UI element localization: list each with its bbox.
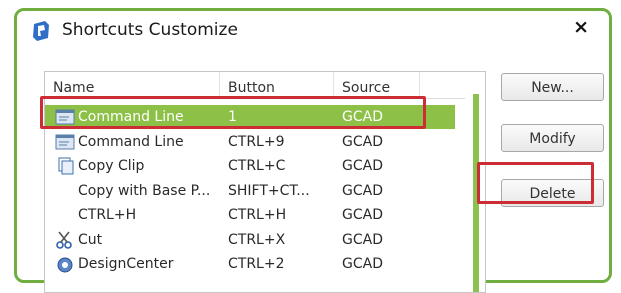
shortcuts-customize-dialog: Shortcuts Customize × Name Button Source… (14, 8, 612, 293)
list-header: Name Button Source (45, 72, 465, 99)
shortcut-source: GCAD (342, 207, 383, 223)
shortcut-button: SHIFT+CT... (228, 182, 310, 199)
shortcuts-list[interactable]: Name Button Source Command Line 1 GCAD Comm… (44, 71, 486, 293)
shortcut-name: CTRL+H (78, 207, 137, 223)
command-line-icon (55, 134, 75, 149)
command-line-icon (55, 109, 75, 125)
column-header-empty (420, 72, 465, 98)
design-center-icon (57, 257, 73, 273)
shortcut-name: Copy with Base P... (78, 182, 211, 199)
list-row[interactable]: Command Line 1 GCAD (45, 105, 455, 129)
shortcut-source: GCAD (342, 158, 383, 174)
shortcut-button: CTRL+C (228, 158, 286, 174)
app-logo-icon (33, 21, 49, 41)
list-row[interactable]: Cut CTRL+X GCAD (45, 228, 455, 252)
close-icon[interactable]: × (573, 16, 589, 38)
shortcut-source: GCAD (342, 231, 383, 248)
list-row[interactable]: CTRL+H CTRL+H GCAD (45, 203, 455, 227)
column-header-button[interactable]: Button (220, 72, 334, 98)
shortcut-name: Cut (78, 231, 103, 248)
window-title: Shortcuts Customize (62, 20, 238, 40)
list-row[interactable]: DesignCenter CTRL+2 GCAD (45, 252, 455, 276)
shortcut-source: GCAD (342, 109, 383, 125)
shortcut-source: GCAD (342, 133, 383, 150)
shortcut-button: CTRL+2 (228, 256, 285, 272)
shortcut-name: Command Line (78, 133, 184, 150)
scissors-icon (56, 231, 72, 249)
vertical-scrollbar[interactable] (473, 94, 479, 292)
column-header-source[interactable]: Source (334, 72, 420, 98)
copy-clip-icon (58, 157, 74, 175)
list-row[interactable]: Copy with Base P... SHIFT+CT... GCAD (45, 179, 455, 203)
modify-button[interactable]: Modify (501, 124, 604, 152)
shortcut-button: 1 (228, 109, 237, 125)
column-header-name[interactable]: Name (45, 72, 220, 98)
shortcut-name: DesignCenter (78, 256, 174, 272)
delete-button[interactable]: Delete (501, 179, 604, 207)
shortcut-source: GCAD (342, 256, 383, 272)
shortcut-name: Command Line (78, 109, 184, 125)
new-button[interactable]: New... (501, 73, 604, 101)
title-bar: Shortcuts Customize × (17, 11, 609, 51)
list-row[interactable]: Copy Clip CTRL+C GCAD (45, 154, 455, 178)
list-row[interactable]: Command Line CTRL+9 GCAD (45, 130, 455, 154)
shortcut-button: CTRL+H (228, 207, 287, 223)
shortcut-button: CTRL+X (228, 231, 286, 248)
shortcut-button: CTRL+9 (228, 133, 285, 150)
shortcut-name: Copy Clip (78, 158, 145, 174)
shortcut-source: GCAD (342, 182, 383, 199)
